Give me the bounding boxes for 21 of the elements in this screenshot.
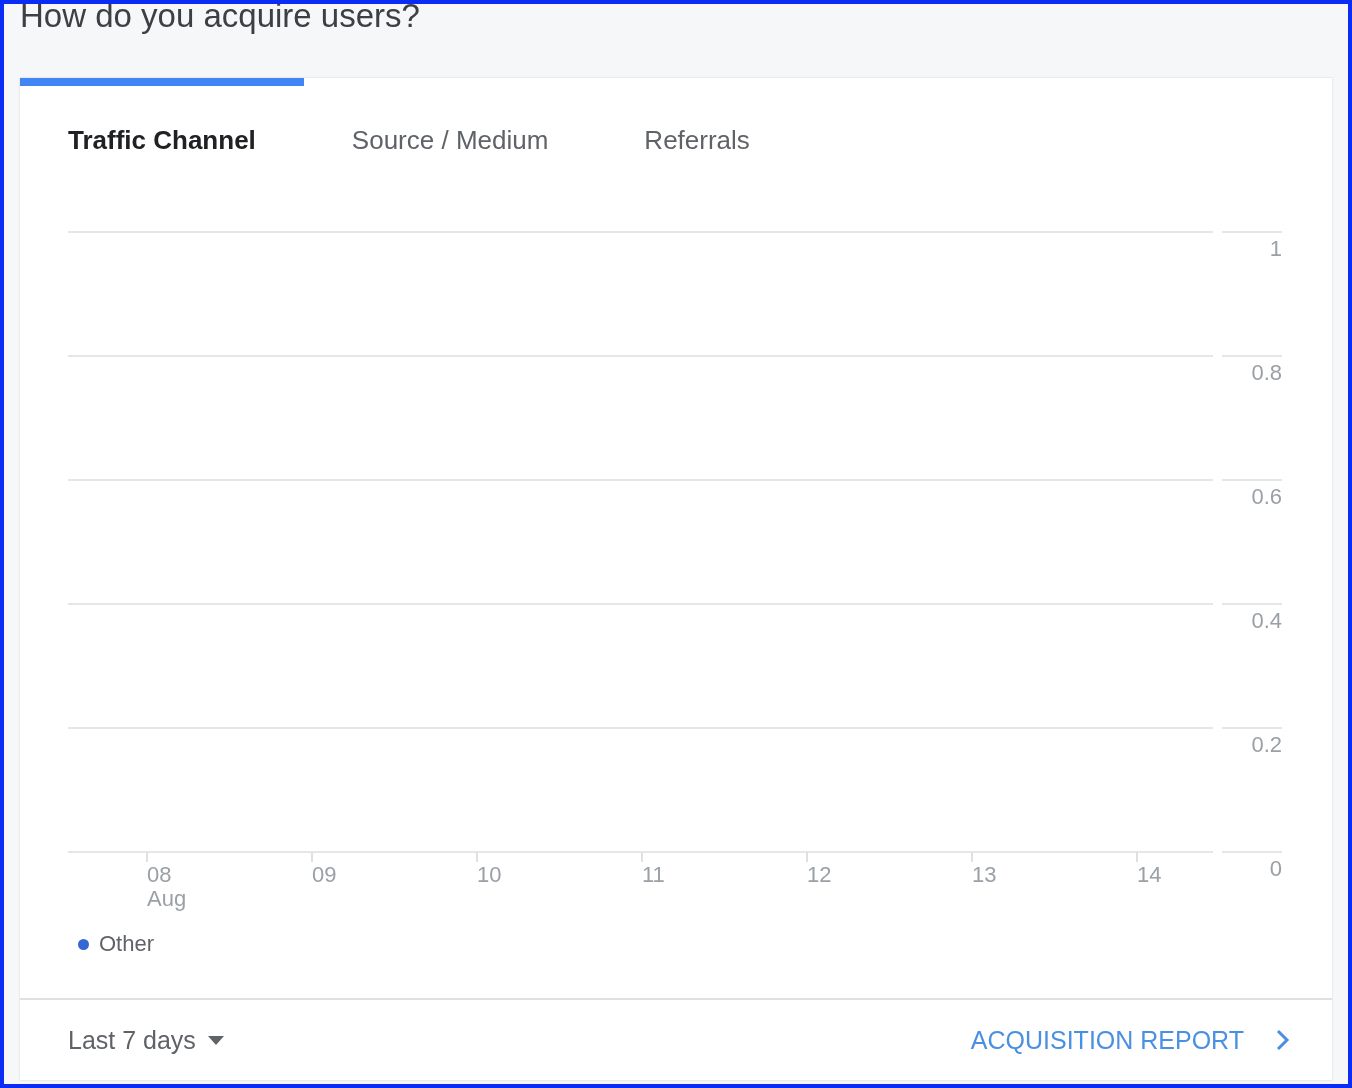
chevron-right-icon	[1276, 1029, 1290, 1051]
axis-label: 08 Aug	[147, 862, 187, 911]
tab[interactable]: Referrals	[596, 78, 798, 158]
axis-label: 09	[312, 862, 337, 887]
axis-label: 1	[1269, 236, 1282, 261]
axis-label: 10	[477, 862, 502, 887]
axis-label: 13	[972, 862, 997, 887]
date-range-dropdown[interactable]: Last 7 days	[68, 1025, 224, 1055]
axis-label: 12	[807, 862, 832, 887]
tab[interactable]: Source / Medium	[303, 78, 597, 158]
report-link[interactable]: ACQUISITION REPORT	[970, 1025, 1290, 1055]
axis-label: 0.6	[1251, 484, 1282, 509]
caret-down-icon	[207, 1035, 224, 1045]
axis-label: 0	[1269, 856, 1282, 881]
axis-label: 11	[642, 862, 665, 887]
axis-label: 0.4	[1251, 608, 1282, 633]
axis-label: 0.8	[1251, 360, 1282, 385]
legend-label: Other	[99, 931, 155, 957]
tab[interactable]: Traffic Channel	[20, 78, 304, 158]
axis-label: 0.2	[1251, 732, 1282, 757]
axis-label: 14	[1137, 862, 1162, 887]
